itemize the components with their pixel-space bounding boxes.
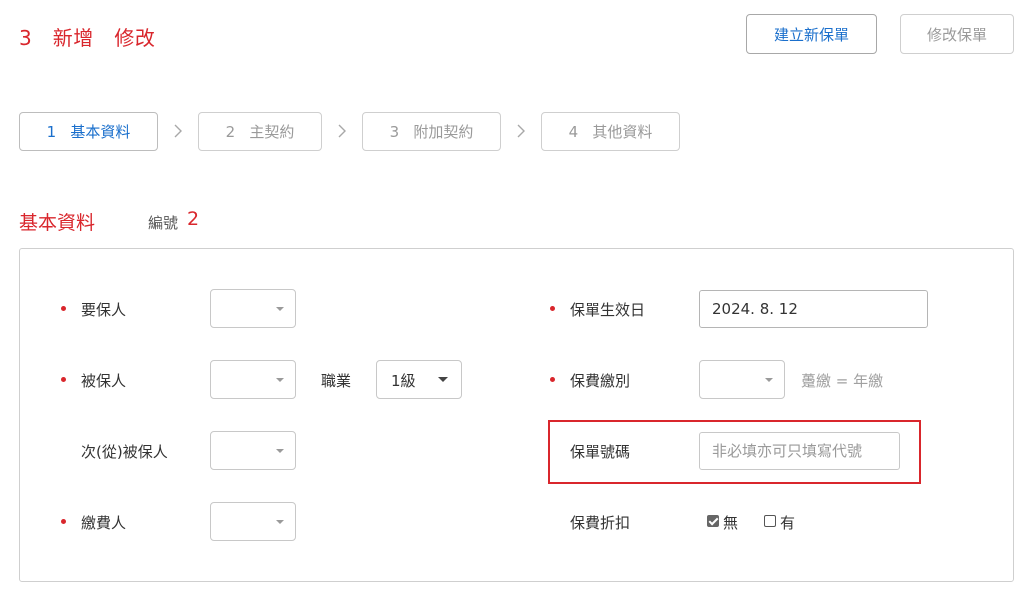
discount-no-checkbox[interactable] <box>707 515 719 527</box>
payment-type-note: 躉繳 = 年繳 <box>801 372 884 390</box>
caret-down-icon <box>276 307 284 311</box>
section-id-label: 編號 <box>148 214 179 232</box>
proposer-select[interactable] <box>210 289 296 328</box>
step-main-contract[interactable]: 2 主契約 <box>198 112 322 151</box>
caret-down-icon <box>276 520 284 524</box>
insured-select[interactable] <box>210 360 296 399</box>
chevron-right-icon <box>338 124 346 138</box>
section-id-value: 2 <box>187 208 200 230</box>
step-rider-contract[interactable]: 3 附加契約 <box>362 112 501 151</box>
payer-label: 繳費人 <box>81 514 127 532</box>
page-title: 3 新增 修改 <box>19 26 156 50</box>
caret-down-icon <box>276 378 284 382</box>
policy-number-input[interactable]: 非必填亦可只填寫代號 <box>699 432 900 470</box>
chevron-right-icon <box>174 124 182 138</box>
discount-label: 保費折扣 <box>570 514 631 532</box>
payer-select[interactable] <box>210 502 296 541</box>
occupation-select[interactable]: 1級 <box>376 360 462 399</box>
policy-number-label: 保單號碼 <box>570 443 631 461</box>
section-title: 基本資料 <box>19 212 96 234</box>
effective-date-input[interactable]: 2024. 8. 12 <box>699 290 928 328</box>
required-indicator <box>61 519 66 524</box>
caret-down-icon <box>765 378 773 382</box>
payment-type-label: 保費繳別 <box>570 372 631 390</box>
step-other-info[interactable]: 4 其他資料 <box>541 112 680 151</box>
modify-policy-button[interactable]: 修改保單 <box>900 14 1014 54</box>
step-basic-info[interactable]: 1 基本資料 <box>19 112 158 151</box>
chevron-right-icon <box>517 124 525 138</box>
insured-label: 被保人 <box>81 372 127 390</box>
discount-yes-label: 有 <box>780 514 796 532</box>
create-policy-button[interactable]: 建立新保單 <box>746 14 877 54</box>
discount-yes-checkbox[interactable] <box>764 515 776 527</box>
required-indicator <box>61 306 66 311</box>
occupation-value: 1級 <box>391 372 416 390</box>
proposer-label: 要保人 <box>81 301 127 319</box>
required-indicator <box>550 377 555 382</box>
secondary-insured-label: 次(從)被保人 <box>81 443 168 461</box>
discount-no-label: 無 <box>723 514 739 532</box>
caret-down-icon <box>438 377 448 382</box>
required-indicator <box>61 377 66 382</box>
secondary-insured-select[interactable] <box>210 431 296 470</box>
effective-date-label: 保單生效日 <box>570 301 646 319</box>
occupation-label: 職業 <box>321 372 352 390</box>
payment-type-select[interactable] <box>699 360 785 399</box>
caret-down-icon <box>276 449 284 453</box>
required-indicator <box>550 306 555 311</box>
